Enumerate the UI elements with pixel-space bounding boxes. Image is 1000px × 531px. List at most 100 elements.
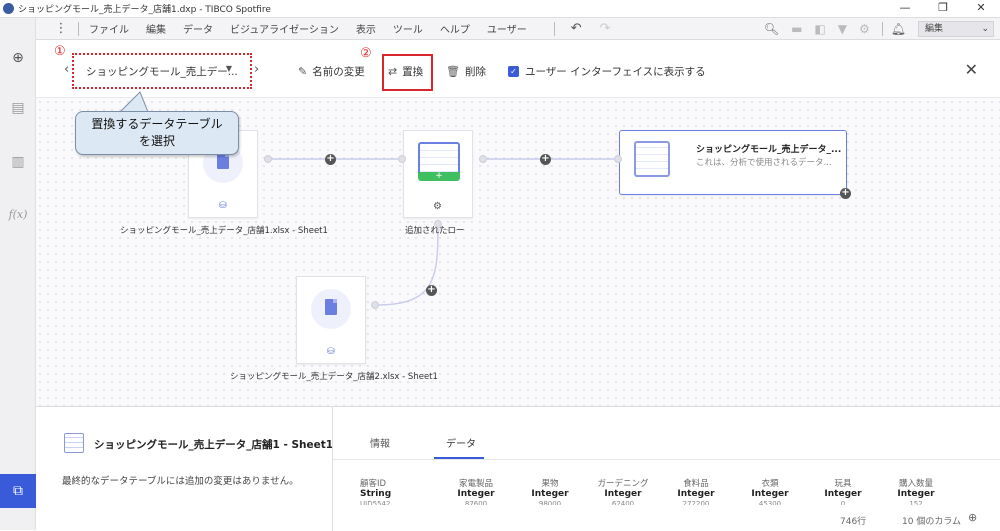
callout-line2: を選択 — [138, 134, 175, 148]
show-in-ui-label: ユーザー インターフェイスに表示する — [525, 66, 706, 78]
source2-label: ショッピングモール_売上データ_店舗2.xlsx - Sheet1 — [230, 372, 438, 382]
column-type: String — [360, 489, 392, 499]
menu-file[interactable]: ファイル — [89, 21, 129, 36]
input-port[interactable] — [398, 155, 406, 163]
rename-button[interactable]: ✎ 名前の変更 — [298, 64, 365, 79]
search-icon[interactable]: 🔍︎ — [764, 22, 779, 36]
database-icon: ⛁ — [327, 347, 335, 357]
added-rows-node[interactable]: + ⚙ — [403, 130, 473, 218]
prev-table-arrow-icon[interactable]: ‹ — [64, 62, 69, 77]
replace-label: 置換 — [402, 66, 424, 78]
selected-table-name: ショッピングモール_売上データ_店舗1 - Sheet1 — [94, 439, 334, 451]
data-table-selector-value: ショッピングモール_売上デー... — [86, 66, 238, 78]
input-port[interactable] — [614, 155, 622, 163]
mode-select[interactable]: 編集 ⌄ — [918, 21, 994, 37]
window-titlebar: ショッピングモール_売上データ_店舗1.dxp - TIBCO Spotfire… — [0, 0, 1000, 18]
column-type: Integer — [531, 489, 569, 499]
panel-divider — [332, 407, 333, 531]
data-table-selector[interactable]: ショッピングモール_売上デー... ▼ — [72, 53, 252, 89]
checkmark-icon: ✓ — [508, 66, 519, 77]
menu-help[interactable]: ヘルプ — [440, 21, 470, 36]
column-type: Integer — [897, 489, 935, 499]
column-value: 152 — [909, 500, 923, 505]
filter-icon[interactable]: ▼ — [838, 22, 847, 36]
minimize-button[interactable]: — — [886, 0, 924, 18]
settings-gear-icon[interactable]: ⚙ — [859, 22, 870, 36]
pencil-icon: ✎ — [298, 65, 308, 78]
bar-chart-icon[interactable]: ▥ — [8, 154, 28, 170]
add-step-plus-icon[interactable]: + — [540, 154, 551, 165]
delete-button[interactable]: 🗑︎ 削除 — [446, 64, 486, 79]
data-canvas-toolbar: ① ‹ ショッピングモール_売上デー... ▼ › ✎ 名前の変更 ② ⇄ 置換… — [36, 40, 1000, 98]
next-table-arrow-icon[interactable]: › — [254, 62, 259, 77]
result-table-node[interactable]: ショッピングモール_売上データ_... これは、分析で使用されるデータ... — [619, 130, 847, 195]
notification-bell-icon[interactable]: 🔔︎ — [891, 22, 906, 36]
more-menu-icon[interactable]: ⋮ — [54, 21, 68, 36]
menu-user[interactable]: ユーザー — [487, 21, 527, 36]
menu-tools[interactable]: ツール — [393, 21, 423, 36]
output-port[interactable] — [479, 155, 487, 163]
column-header: 果物 — [541, 479, 559, 489]
add-step-plus-icon[interactable]: + — [426, 285, 437, 296]
menu-separator — [881, 22, 883, 36]
close-icon[interactable]: ✕ — [965, 60, 978, 79]
caret-down-icon: ▼ — [225, 64, 232, 73]
comment-icon[interactable]: ▬ — [791, 22, 802, 36]
source2-node[interactable]: ⛁ — [296, 276, 366, 364]
source1-label: ショッピングモール_売上データ_店舗1.xlsx - Sheet1 — [120, 226, 328, 236]
column-value: 87600 — [464, 500, 488, 505]
menu-edit[interactable]: 編集 — [146, 21, 166, 36]
replace-button[interactable]: ⇄ 置換 — [388, 64, 423, 79]
menu-separator — [78, 21, 79, 36]
column-value: 45300 — [758, 500, 782, 505]
data-canvas-icon[interactable]: ⧉ — [0, 474, 36, 508]
output-port[interactable] — [264, 155, 272, 163]
menu-view[interactable]: 表示 — [356, 21, 376, 36]
column-value: 62400 — [611, 500, 635, 505]
table-icon — [64, 433, 84, 453]
rename-label: 名前の変更 — [312, 66, 365, 78]
undo-icon[interactable]: ↶ — [571, 21, 582, 36]
column-value: 0 — [840, 500, 846, 505]
column-type: Integer — [604, 489, 642, 499]
document-icon — [217, 153, 229, 169]
step-badge-1: ① — [54, 44, 66, 59]
row-count: 746行 — [840, 517, 867, 527]
column-value: UID5542 — [360, 500, 391, 505]
window-controls: — ❐ ✕ — [886, 0, 1000, 18]
gear-icon[interactable]: ⚙ — [433, 201, 442, 212]
close-window-button[interactable]: ✕ — [962, 0, 1000, 18]
add-icon[interactable]: ⊕ — [8, 50, 28, 66]
added-rows-label: 追加されたロー — [405, 226, 465, 236]
maximize-button[interactable]: ❐ — [924, 0, 962, 18]
tab-info[interactable]: 情報 — [370, 435, 390, 450]
show-in-ui-checkbox[interactable]: ✓ ユーザー インターフェイスに表示する — [508, 64, 706, 79]
add-step-plus-icon[interactable]: + — [325, 154, 336, 165]
menu-visualization[interactable]: ビジュアライゼーション — [230, 21, 339, 36]
callout-line1: 置換するデータテーブル — [91, 117, 223, 131]
menu-separator — [553, 21, 555, 36]
status-message: 最終的なデータテーブルには追加の変更はありません。 — [62, 476, 299, 487]
globe-icon[interactable]: ⊕ — [968, 511, 977, 524]
column-count: 10 個のカラム — [902, 517, 962, 527]
document-icon — [325, 299, 337, 315]
column-value: 98000 — [538, 500, 562, 505]
source2-circle — [311, 289, 351, 329]
redo-icon: ↷ — [599, 21, 611, 36]
menu-right-tools: 🔍︎ ▬ ◧ ▼ ⚙ 🔔︎ 編集 ⌄ — [764, 18, 1000, 40]
output-port[interactable] — [371, 301, 379, 309]
add-step-plus-icon[interactable]: + — [840, 188, 851, 199]
column-header: 衣類 — [761, 479, 779, 489]
pages-icon[interactable]: ▤ — [8, 100, 28, 116]
column-header: 玩具 — [834, 479, 852, 489]
menu-data[interactable]: データ — [183, 21, 213, 36]
column-header: 購入数量 — [898, 479, 933, 489]
column-type: Integer — [457, 489, 495, 499]
function-icon[interactable]: f(x) — [8, 208, 28, 221]
tab-data[interactable]: データ — [446, 435, 476, 450]
bookmark-icon[interactable]: ◧ — [814, 22, 825, 36]
table-icon — [634, 141, 670, 177]
column-value: 272200 — [682, 500, 710, 505]
window-title: ショッピングモール_売上データ_店舗1.dxp - TIBCO Spotfire — [18, 5, 271, 15]
delete-label: 削除 — [464, 66, 486, 78]
